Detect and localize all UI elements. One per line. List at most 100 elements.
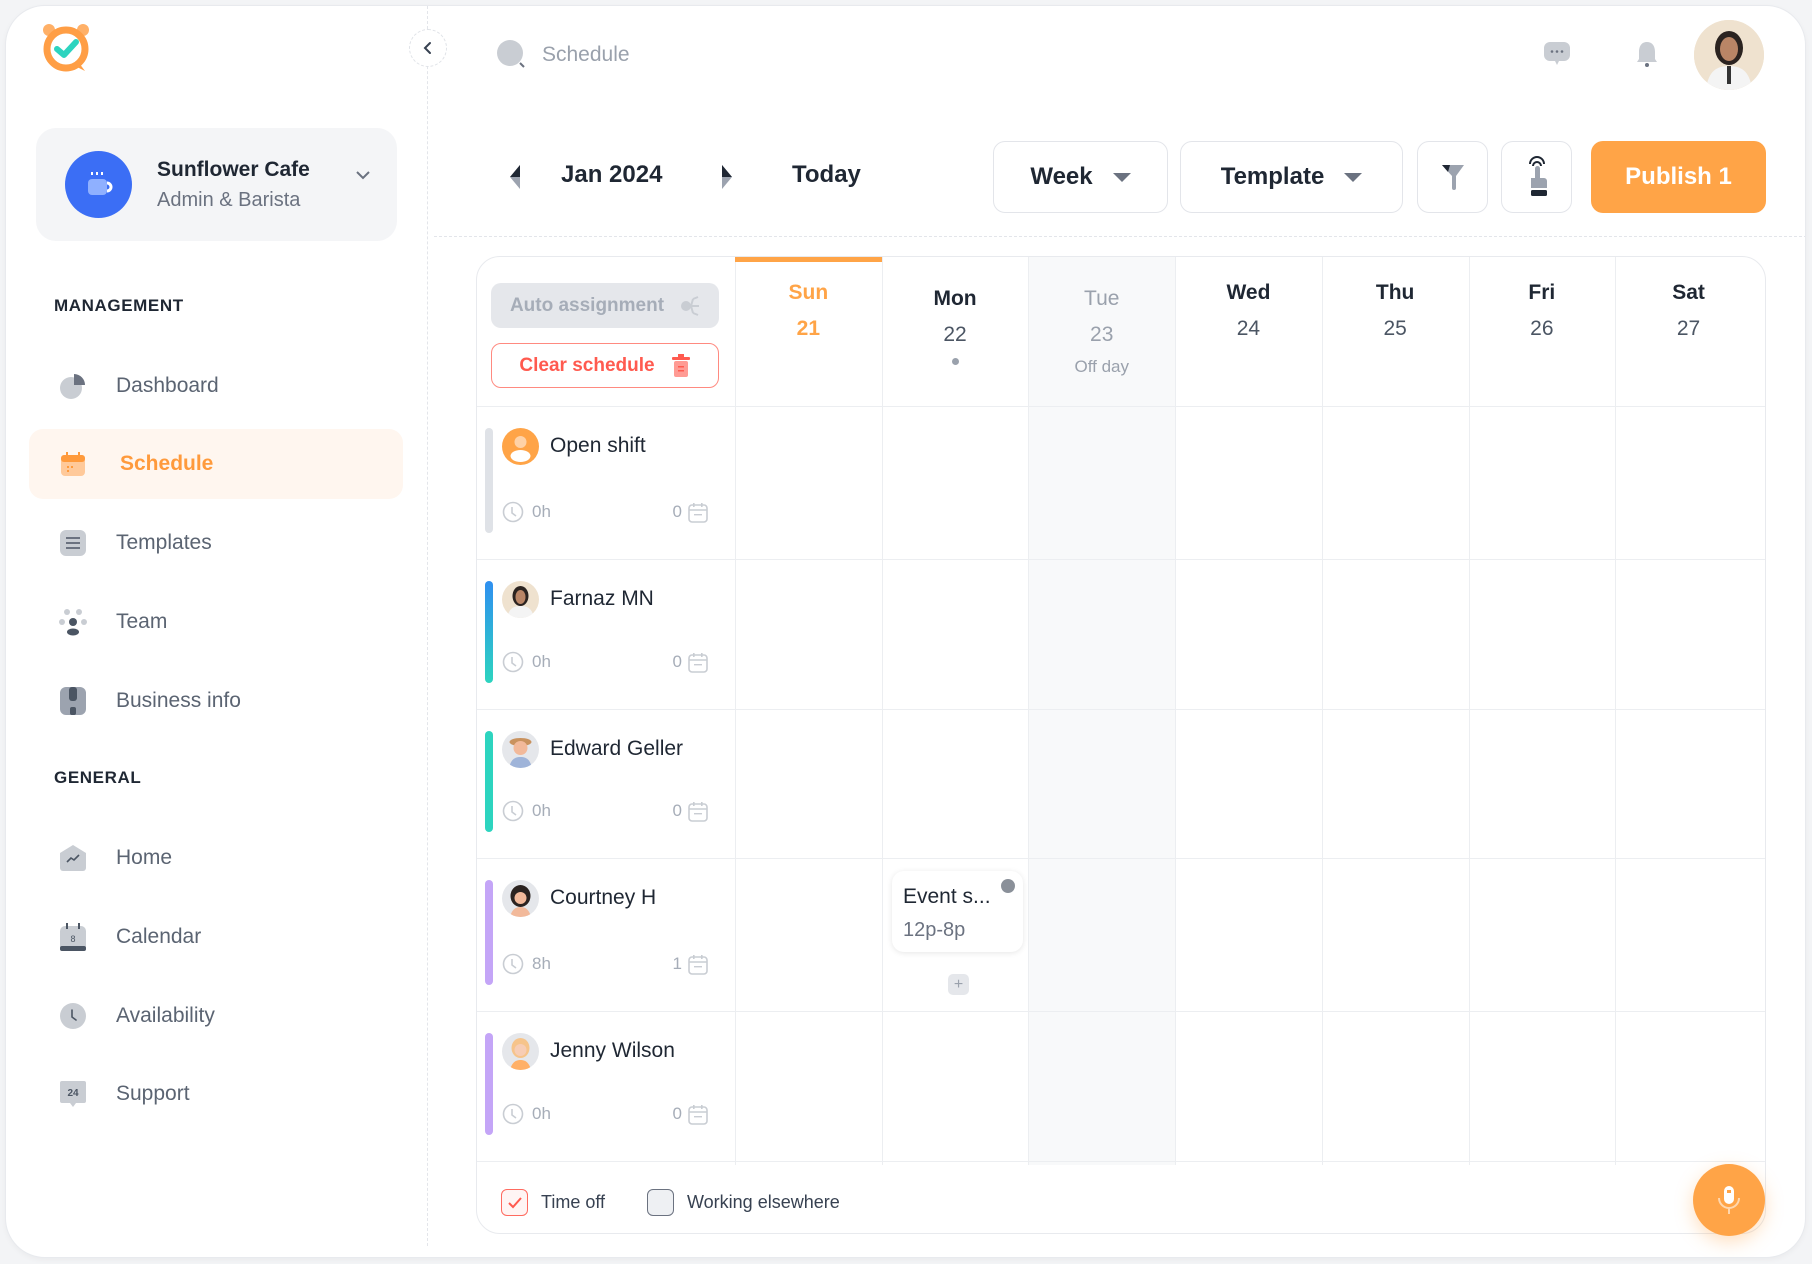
sidebar-item-availability[interactable]: Availability (29, 981, 403, 1051)
grid-column-divider (881, 257, 883, 1165)
calendar-icon (688, 801, 708, 822)
grid-column-divider (1321, 257, 1323, 1165)
add-shift-button[interactable]: + (948, 974, 969, 995)
template-select-value: Template (1220, 163, 1325, 190)
filter-button[interactable] (1417, 141, 1488, 213)
sidebar-item-team[interactable]: Team (29, 587, 403, 657)
employee-name: Jenny Wilson (550, 1039, 675, 1062)
legend-working-elsewhere[interactable]: Working elsewhere (647, 1189, 840, 1216)
grid-column-divider (1615, 257, 1617, 1165)
filter-icon (1441, 165, 1464, 190)
publish-button[interactable]: Publish 1 (1591, 141, 1766, 213)
app-logo (43, 24, 89, 72)
nav-label: Dashboard (116, 374, 219, 397)
search-input[interactable]: Schedule (496, 39, 630, 71)
employee-stats: 8h 1 (502, 953, 708, 975)
shift-time: 12p-8p (903, 919, 966, 941)
shift-count: 0 (672, 801, 682, 820)
workspace-switcher[interactable]: Sunflower Cafe Admin & Barista (36, 128, 397, 241)
voice-assistant-button[interactable] (1693, 1164, 1765, 1236)
chevron-left-icon (423, 42, 431, 54)
nav-label: Home (116, 846, 173, 869)
day-number: 27 (1676, 317, 1701, 340)
clear-schedule-button[interactable]: Clear schedule (491, 343, 719, 388)
employee-row[interactable]: Courtney H 8h 1 (477, 858, 735, 1011)
view-select-value: Week (1030, 163, 1093, 190)
employee-color-bar (485, 581, 493, 683)
employee-row[interactable]: Farnaz MN 0h 0 (477, 559, 735, 709)
today-indicator (735, 257, 882, 262)
auto-assignment-button[interactable]: Auto assignment (491, 283, 719, 328)
workspace-name: Sunflower Cafe (157, 157, 310, 181)
working-elsewhere-checkbox[interactable] (647, 1189, 674, 1216)
grid-row-divider (477, 1161, 1765, 1162)
hours-value: 0h (532, 652, 551, 671)
sidebar-item-dashboard[interactable]: Dashboard (29, 351, 403, 421)
search-icon (497, 40, 525, 68)
legend-time-off[interactable]: Time off (501, 1189, 605, 1216)
employee-name: Courtney H (550, 886, 657, 909)
chat-button[interactable] (1543, 39, 1571, 69)
nav-label: Calendar (116, 925, 202, 948)
auto-assign-icon (681, 295, 700, 316)
trash-icon (671, 353, 690, 377)
calendar-icon (688, 502, 708, 523)
day-header-fri[interactable]: Fri 26 (1469, 257, 1616, 341)
grid-column-divider (1175, 257, 1177, 1165)
employee-avatar (502, 1033, 539, 1070)
day-header-thu[interactable]: Thu 25 (1322, 257, 1469, 341)
clock-icon (502, 1103, 524, 1125)
sidebar-item-templates[interactable]: Templates (29, 508, 403, 578)
pie-chart-icon (59, 372, 87, 400)
day-header-tue[interactable]: Tue 23 Off day (1028, 257, 1175, 377)
clock-icon (502, 953, 524, 975)
collapse-sidebar-button[interactable] (409, 29, 447, 67)
time-off-checkbox[interactable] (501, 1189, 528, 1216)
template-select[interactable]: Template (1180, 141, 1403, 213)
previous-period-button[interactable] (506, 162, 526, 192)
tap-icon (1528, 156, 1547, 196)
sidebar-item-home[interactable]: Home (29, 823, 403, 893)
user-avatar[interactable] (1694, 20, 1764, 90)
day-header-mon[interactable]: Mon 22 (882, 257, 1029, 365)
employee-avatar (502, 581, 539, 618)
svg-text:8: 8 (70, 934, 75, 944)
day-name: Wed (1226, 281, 1271, 304)
employee-name: Open shift (550, 434, 646, 457)
calendar-icon (59, 450, 87, 478)
grid-column-divider (1028, 257, 1030, 1165)
employee-name: Edward Geller (550, 737, 684, 760)
sidebar-item-business-info[interactable]: Business info (29, 666, 403, 736)
status-dot (1001, 879, 1015, 893)
shift-count: 1 (672, 954, 682, 973)
day-number: 21 (796, 317, 821, 340)
notifications-button[interactable] (1633, 39, 1661, 69)
support-24-icon: 24 (59, 1080, 87, 1108)
section-general: GENERAL (54, 768, 142, 787)
employee-avatar (502, 880, 539, 917)
today-button[interactable]: Today (792, 161, 861, 189)
employee-name: Farnaz MN (550, 587, 654, 610)
sidebar-divider (427, 6, 428, 1246)
employee-row[interactable]: Jenny Wilson 0h 0 (477, 1011, 735, 1161)
sidebar-item-calendar[interactable]: 8 Calendar (29, 902, 403, 972)
employee-color-bar (485, 731, 493, 832)
day-header-wed[interactable]: Wed 24 (1175, 257, 1322, 341)
caret-down-icon (1344, 172, 1363, 182)
employee-row[interactable]: Edward Geller 0h 0 (477, 709, 735, 858)
nav-label: Templates (116, 531, 212, 554)
sidebar-item-schedule[interactable]: Schedule (29, 429, 403, 499)
day-number: 26 (1530, 317, 1554, 340)
sidebar-item-support[interactable]: 24 Support (29, 1059, 403, 1129)
open-shift-icon (502, 428, 539, 465)
day-header-sat[interactable]: Sat 27 (1615, 257, 1762, 341)
auto-assignment-label: Auto assignment (509, 294, 665, 316)
day-header-sun[interactable]: Sun 21 (735, 257, 882, 341)
next-period-button[interactable] (716, 162, 736, 192)
shift-card[interactable]: Event s... 12p-8p (892, 871, 1023, 952)
calendar-icon (688, 652, 708, 673)
touch-mode-button[interactable] (1501, 141, 1572, 213)
employee-color-bar (485, 428, 493, 533)
view-select[interactable]: Week (993, 141, 1168, 213)
employee-row[interactable]: Open shift 0h 0 (477, 406, 735, 559)
